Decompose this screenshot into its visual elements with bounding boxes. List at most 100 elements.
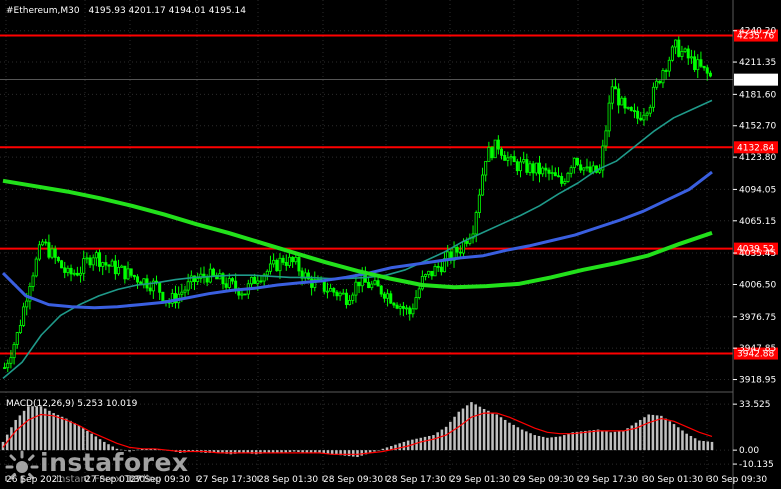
- candle-body: [389, 293, 393, 304]
- macd-bar: [512, 424, 515, 451]
- candle-body: [455, 246, 459, 253]
- macd-bar: [487, 410, 490, 451]
- macd-bar: [423, 436, 427, 451]
- candle-body: [667, 59, 671, 72]
- candle-body: [462, 240, 466, 254]
- candle-body: [357, 281, 361, 287]
- candle-body: [66, 267, 70, 273]
- candle-body: [664, 70, 668, 72]
- candle-body: [572, 157, 576, 169]
- candle-body: [291, 256, 295, 263]
- macd-bar: [622, 430, 625, 451]
- candle-body: [458, 251, 462, 254]
- candle-body: [693, 56, 697, 71]
- candle-body: [436, 266, 440, 268]
- candle-body: [243, 293, 247, 296]
- candle-body: [386, 293, 390, 299]
- candle-body: [63, 267, 67, 273]
- candle-body: [325, 290, 329, 293]
- macd-bar: [529, 433, 532, 451]
- candle-body: [3, 367, 7, 369]
- candle-body: [395, 304, 399, 309]
- candle-body: [148, 287, 152, 292]
- macd-bar: [402, 441, 406, 451]
- candle-body: [439, 266, 443, 273]
- candle-body: [335, 291, 339, 297]
- candle-body: [481, 174, 485, 196]
- candle-body: [253, 276, 257, 284]
- candle-body: [268, 263, 272, 272]
- candle-body: [626, 106, 630, 109]
- candle-body: [405, 307, 409, 310]
- macd-bar: [638, 419, 642, 451]
- candle-body: [382, 293, 386, 299]
- candle-body: [75, 272, 79, 276]
- macd-bar: [558, 436, 562, 451]
- macd-bar: [444, 426, 448, 451]
- candle-body: [588, 166, 592, 173]
- macd-bar: [453, 416, 456, 451]
- candle-body: [477, 194, 481, 213]
- macd-bar: [592, 430, 596, 451]
- candle-body: [379, 285, 383, 295]
- macd-bar: [617, 431, 621, 451]
- macd-bar: [550, 437, 553, 451]
- macd-bar: [465, 405, 469, 451]
- candle-body: [547, 169, 551, 174]
- time-tick-label: 28 Sep 01:30: [258, 475, 318, 485]
- candle-body: [582, 167, 586, 171]
- candle-body: [639, 117, 643, 121]
- macd-bar: [254, 450, 258, 455]
- macd-bar: [297, 450, 300, 452]
- candle-body: [620, 97, 624, 106]
- candle-body: [281, 257, 285, 263]
- candle-body: [72, 272, 76, 275]
- candle-body: [354, 281, 358, 296]
- macd-bar: [352, 450, 355, 457]
- macd-bar: [516, 427, 520, 451]
- candle-body: [531, 163, 535, 174]
- candle-body: [265, 270, 269, 276]
- candle-body: [528, 163, 532, 173]
- time-tick-label: 30 Sep 09:30: [707, 475, 767, 485]
- candle-body: [503, 154, 507, 161]
- macd-bar: [520, 429, 524, 451]
- candle-body: [541, 167, 545, 175]
- candle-body: [658, 80, 662, 84]
- candle-body: [509, 156, 513, 159]
- macd-bar: [432, 435, 435, 451]
- candle-body: [398, 306, 402, 309]
- macd-bar: [292, 450, 296, 452]
- trading-chart[interactable]: 4235.764132.844039.523942.88 4240.204211…: [0, 0, 781, 489]
- macd-tick-label: -10.135: [739, 460, 774, 470]
- candle-body: [556, 175, 560, 178]
- candle-body: [417, 288, 421, 298]
- macd-bar: [537, 435, 541, 451]
- price-tick-label: 4123.80: [739, 153, 776, 163]
- macd-bar: [693, 438, 697, 451]
- macd-bar: [398, 443, 401, 451]
- macd-bar: [685, 433, 688, 451]
- candle-body: [22, 306, 26, 326]
- candle-body: [408, 307, 412, 315]
- time-tick-label: 27 Sep 17:30: [197, 475, 257, 485]
- candle-body: [537, 162, 542, 175]
- candle-body: [392, 302, 396, 306]
- macd-bar: [482, 408, 486, 451]
- macd-bar: [373, 450, 376, 452]
- macd-bar: [596, 429, 600, 451]
- candle-body: [683, 48, 687, 52]
- time-tick-label: 29 Sep 17:30: [578, 475, 638, 485]
- candle-body: [12, 344, 16, 359]
- macd-bar: [436, 432, 439, 451]
- candle-body: [60, 260, 64, 269]
- candle-body: [424, 274, 428, 277]
- candle-body: [610, 86, 614, 104]
- watermark-name: instaforex: [40, 448, 189, 477]
- candle-body: [104, 262, 108, 266]
- price-tick-label: 3947.85: [739, 344, 776, 354]
- macd-bar: [347, 450, 351, 457]
- candle-body: [560, 176, 564, 184]
- candle-body: [411, 308, 415, 315]
- candle-body: [129, 268, 133, 276]
